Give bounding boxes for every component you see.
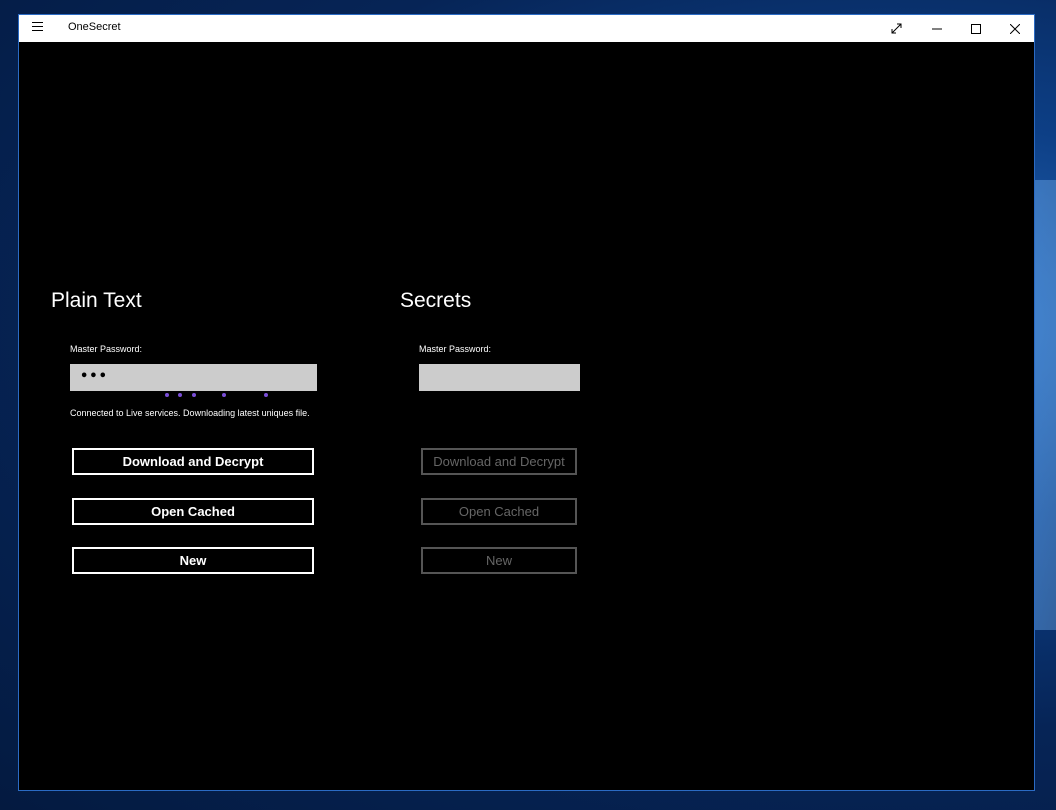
expand-icon <box>891 23 902 34</box>
plain-text-password-label: Master Password: <box>70 344 143 354</box>
download-decrypt-button[interactable]: Download and Decrypt <box>72 448 314 475</box>
secrets-open-cached-button: Open Cached <box>421 498 577 525</box>
minimize-button[interactable] <box>917 15 956 42</box>
expand-button[interactable] <box>877 15 916 42</box>
hamburger-icon[interactable] <box>32 22 44 34</box>
progress-dot <box>264 393 268 397</box>
secrets-download-decrypt-button: Download and Decrypt <box>421 448 577 475</box>
close-button[interactable] <box>995 15 1034 42</box>
progress-dot <box>165 393 169 397</box>
progress-dot <box>192 393 196 397</box>
minimize-icon <box>931 28 942 29</box>
secrets-password-input[interactable] <box>419 364 580 391</box>
app-window: OneSecret Plain Text Master Password: ••… <box>18 14 1035 791</box>
plain-text-heading: Plain Text <box>51 289 142 312</box>
progress-dot <box>178 393 182 397</box>
new-button[interactable]: New <box>72 547 314 574</box>
maximize-icon <box>970 23 981 34</box>
secrets-new-button: New <box>421 547 577 574</box>
progress-dot <box>222 393 226 397</box>
status-message: Connected to Live services. Downloading … <box>70 408 310 418</box>
app-title: OneSecret <box>68 21 121 33</box>
secrets-password-label: Master Password: <box>419 344 492 354</box>
plain-text-password-input[interactable]: ••• <box>70 364 317 391</box>
password-mask: ••• <box>80 369 108 384</box>
open-cached-button[interactable]: Open Cached <box>72 498 314 525</box>
secrets-heading: Secrets <box>400 289 472 312</box>
title-bar: OneSecret <box>19 15 1034 42</box>
maximize-button[interactable] <box>956 15 995 42</box>
close-icon <box>1009 23 1020 34</box>
